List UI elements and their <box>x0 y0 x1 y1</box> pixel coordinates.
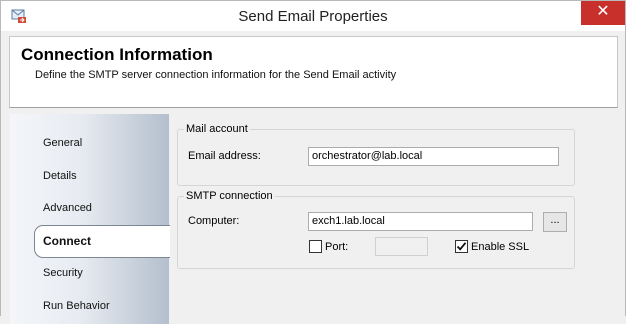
page-subtitle: Define the SMTP server connection inform… <box>35 69 397 81</box>
sidebar-item-general[interactable]: General <box>43 137 82 149</box>
enable-ssl-checkbox[interactable] <box>455 240 468 253</box>
sidebar-item-details[interactable]: Details <box>43 170 77 182</box>
smtp-connection-group <box>177 196 575 269</box>
browse-computer-button[interactable]: ... <box>543 212 567 232</box>
port-checkbox[interactable] <box>309 240 322 253</box>
page-header: Connection Information Define the SMTP s… <box>9 36 618 108</box>
close-icon: ✕ <box>596 3 610 20</box>
smtp-connection-group-title: SMTP connection <box>184 190 275 202</box>
sidebar-item-run-behavior[interactable]: Run Behavior <box>43 300 110 312</box>
port-field[interactable] <box>375 237 428 256</box>
mail-account-group-title: Mail account <box>184 123 250 135</box>
port-label: Port: <box>325 241 349 253</box>
checkmark-icon <box>456 242 467 251</box>
close-button[interactable]: ✕ <box>581 1 625 25</box>
email-address-field[interactable]: orchestrator@lab.local <box>308 147 559 166</box>
computer-field[interactable]: exch1.lab.local <box>308 212 533 231</box>
title-bar: Send Email Properties ✕ <box>1 1 625 31</box>
sidebar-item-connect[interactable]: Connect <box>34 225 170 258</box>
computer-label: Computer: <box>188 215 240 227</box>
sidebar-nav: General Details Advanced Connect Securit… <box>10 114 170 324</box>
email-address-label: Email address: <box>188 150 261 162</box>
sidebar-item-security[interactable]: Security <box>43 267 83 279</box>
page-title: Connection Information <box>21 45 213 64</box>
window-title: Send Email Properties <box>238 8 388 25</box>
enable-ssl-label: Enable SSL <box>471 241 530 253</box>
sidebar-item-advanced[interactable]: Advanced <box>43 202 92 214</box>
sidebar-item-label: Connect <box>43 234 91 248</box>
